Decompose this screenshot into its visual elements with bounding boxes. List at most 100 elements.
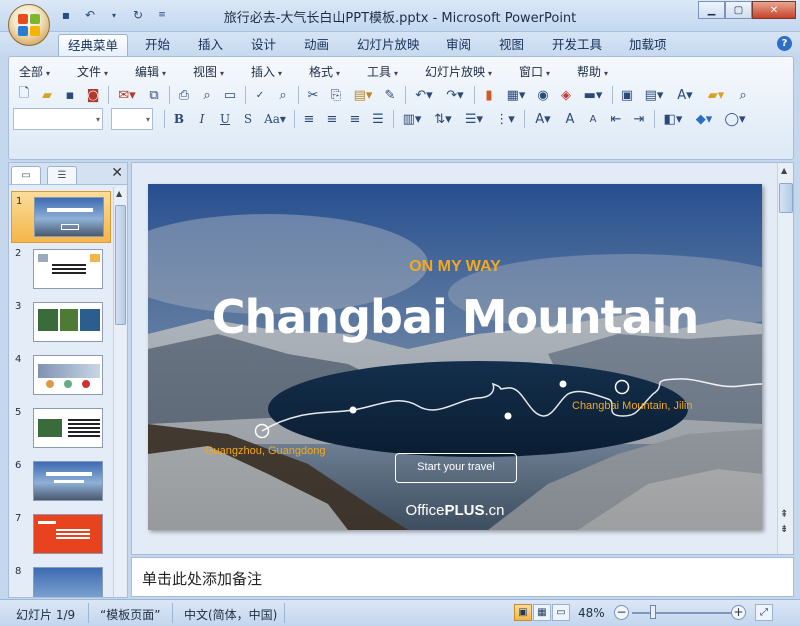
paste-icon[interactable]: ▤▾ bbox=[348, 84, 378, 106]
office-button[interactable] bbox=[8, 4, 50, 46]
bullets-icon[interactable]: ☰▾ bbox=[459, 108, 489, 130]
language-indicator[interactable]: 中文(简体，中国) bbox=[184, 606, 277, 623]
tab-developer[interactable]: 开发工具 bbox=[543, 34, 611, 56]
folder-icon[interactable]: ▰▾ bbox=[701, 84, 731, 106]
align-center-icon[interactable]: ≡ bbox=[321, 108, 343, 130]
fit-to-window-icon[interactable]: ⤢ bbox=[755, 604, 773, 621]
zoom-slider-knob[interactable] bbox=[650, 605, 656, 619]
cut-icon[interactable]: ✂ bbox=[302, 84, 324, 106]
thumbnail-3[interactable]: 3 bbox=[11, 297, 111, 349]
notes-pane[interactable]: 单击此处添加备注 bbox=[131, 557, 794, 597]
format-painter-icon[interactable]: ✎ bbox=[379, 84, 401, 106]
zoom-out-icon[interactable]: − bbox=[614, 605, 629, 620]
new-slide-icon[interactable]: ▣ bbox=[616, 84, 638, 106]
previous-slide-icon[interactable]: ⇞ bbox=[780, 510, 788, 520]
chart-icon[interactable]: ▮ bbox=[478, 84, 500, 106]
increase-indent-icon[interactable]: ⇥ bbox=[628, 108, 650, 130]
help-icon[interactable]: ? bbox=[777, 36, 792, 51]
text-direction-icon[interactable]: ⇅▾ bbox=[428, 108, 458, 130]
thumbnail-2[interactable]: 2 bbox=[11, 244, 111, 296]
decrease-indent-icon[interactable]: ⇤ bbox=[605, 108, 627, 130]
maximize-button[interactable]: ▢ bbox=[725, 1, 752, 19]
copy-icon[interactable]: ⎘ bbox=[325, 84, 347, 106]
email-icon[interactable]: ✉▾ bbox=[112, 84, 142, 106]
picture-icon[interactable]: ◈ bbox=[555, 84, 577, 106]
normal-view-icon[interactable]: ▣ bbox=[514, 604, 532, 621]
arrange-icon[interactable]: ◧▾ bbox=[658, 108, 688, 130]
screen-icon[interactable]: ▭ bbox=[219, 84, 241, 106]
font-name-combo[interactable]: ▾ bbox=[13, 108, 103, 130]
menu-help[interactable]: 帮助 ▾ bbox=[577, 63, 608, 80]
zoom-slider[interactable] bbox=[632, 612, 732, 614]
editor-scrollbar[interactable]: ▲ ⇞ ⇟ bbox=[777, 163, 793, 554]
tab-design[interactable]: 设计 bbox=[242, 34, 285, 56]
thumbnail-4[interactable]: 4 bbox=[11, 350, 111, 402]
menu-edit[interactable]: 编辑 ▾ bbox=[135, 63, 166, 80]
tab-animation[interactable]: 动画 bbox=[295, 34, 338, 56]
thumbnail-7[interactable]: 7 bbox=[11, 509, 111, 561]
spellcheck-icon[interactable]: ✓ bbox=[249, 84, 271, 106]
justify-icon[interactable]: ☰ bbox=[367, 108, 389, 130]
menu-insert[interactable]: 插入 ▾ bbox=[251, 63, 282, 80]
layout-icon[interactable]: ▤▾ bbox=[639, 84, 669, 106]
scroll-thumb[interactable] bbox=[115, 205, 126, 325]
permission-icon[interactable]: ◙ bbox=[82, 84, 104, 106]
publish-icon[interactable]: ⧉ bbox=[143, 84, 165, 106]
change-case-icon[interactable]: Aa▾ bbox=[260, 108, 290, 130]
start-travel-button[interactable]: Start your travel bbox=[395, 453, 517, 483]
thumbnail-5[interactable]: 5 bbox=[11, 403, 111, 455]
minimize-button[interactable]: ▁ bbox=[698, 1, 725, 19]
tab-view[interactable]: 视图 bbox=[490, 34, 533, 56]
open-icon[interactable]: ▰ bbox=[36, 84, 58, 106]
scroll-up-icon[interactable]: ▲ bbox=[116, 189, 122, 198]
menu-tools[interactable]: 工具 ▾ bbox=[367, 63, 398, 80]
menu-window[interactable]: 窗口 ▾ bbox=[519, 63, 550, 80]
align-left-icon[interactable]: ≡ bbox=[298, 108, 320, 130]
print-preview-icon[interactable]: ⌕ bbox=[196, 84, 218, 106]
textbox-icon[interactable]: A▾ bbox=[670, 84, 700, 106]
tab-classic-menu[interactable]: 经典菜单 bbox=[58, 34, 129, 56]
underline-icon[interactable]: U bbox=[214, 108, 236, 130]
menu-file[interactable]: 文件 ▾ bbox=[77, 63, 108, 80]
slide-sorter-icon[interactable]: ▦ bbox=[533, 604, 551, 621]
thumbnail-6[interactable]: 6 bbox=[11, 456, 111, 508]
color-icon[interactable]: ▬▾ bbox=[578, 84, 608, 106]
close-pane-icon[interactable]: ✕ bbox=[111, 165, 123, 181]
menu-slideshow[interactable]: 幻灯片放映 ▾ bbox=[425, 63, 492, 80]
tab-addins[interactable]: 加载项 bbox=[620, 34, 676, 56]
undo-icon[interactable]: ↶▾ bbox=[409, 84, 439, 106]
outline-tab-icon[interactable]: ☰ bbox=[47, 166, 77, 184]
table-icon[interactable]: ▦▾ bbox=[501, 84, 531, 106]
align-right-icon[interactable]: ≡ bbox=[344, 108, 366, 130]
save-icon[interactable]: ▪ bbox=[59, 84, 81, 106]
shrink-font-icon[interactable]: A bbox=[582, 108, 604, 130]
numbering-icon[interactable]: ⋮▾ bbox=[490, 108, 520, 130]
bold-icon[interactable]: B bbox=[168, 108, 190, 130]
zoom-in-icon[interactable]: + bbox=[731, 605, 746, 620]
zoom-level[interactable]: 48% bbox=[578, 606, 605, 620]
columns-icon[interactable]: ▥▾ bbox=[397, 108, 427, 130]
menu-format[interactable]: 格式 ▾ bbox=[309, 63, 340, 80]
italic-icon[interactable]: I bbox=[191, 108, 213, 130]
close-button[interactable]: ✕ bbox=[752, 1, 796, 19]
menu-all[interactable]: 全部 ▾ bbox=[19, 63, 50, 80]
font-size-combo[interactable]: ▾ bbox=[111, 108, 153, 130]
shadow-icon[interactable]: S bbox=[237, 108, 259, 130]
tab-home[interactable]: 开始 bbox=[136, 34, 179, 56]
thumbnail-8[interactable]: 8 bbox=[11, 562, 111, 597]
tab-slideshow[interactable]: 幻灯片放映 bbox=[348, 34, 429, 56]
grow-font-icon[interactable]: A bbox=[559, 108, 581, 130]
redo-icon[interactable]: ↷▾ bbox=[440, 84, 470, 106]
zoom-icon[interactable]: ⌕ bbox=[732, 84, 754, 106]
scroll-thumb[interactable] bbox=[779, 183, 793, 213]
scroll-up-icon[interactable]: ▲ bbox=[781, 166, 787, 175]
tab-insert[interactable]: 插入 bbox=[189, 34, 232, 56]
slideshow-view-icon[interactable]: ▭ bbox=[552, 604, 570, 621]
clipart-icon[interactable]: ◉ bbox=[532, 84, 554, 106]
tab-review[interactable]: 审阅 bbox=[437, 34, 480, 56]
print-icon[interactable]: ⎙ bbox=[173, 84, 195, 106]
slides-tab-icon[interactable]: ▭ bbox=[11, 166, 41, 184]
menu-view[interactable]: 视图 ▾ bbox=[193, 63, 224, 80]
next-slide-icon[interactable]: ⇟ bbox=[780, 525, 788, 535]
research-icon[interactable]: ⌕ bbox=[272, 84, 294, 106]
